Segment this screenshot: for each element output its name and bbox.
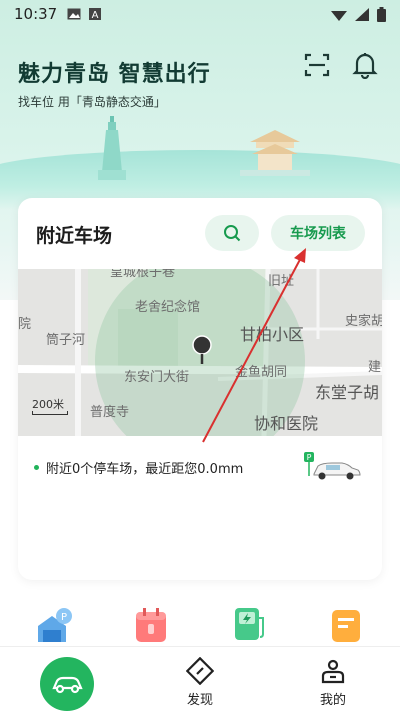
map-label: 东堂子胡	[315, 383, 380, 402]
compass-icon	[186, 657, 214, 685]
summary-text: 附近0个停车场，最近距您0.0mm	[46, 462, 244, 477]
map-label: 建	[368, 360, 382, 375]
nav-mine-label: 我的	[319, 693, 346, 708]
nav-home-button[interactable]	[40, 657, 94, 711]
svg-text:P: P	[61, 612, 67, 623]
map-label: 旧址	[268, 274, 295, 289]
map-label: 筒子河	[46, 333, 86, 348]
nav-discover[interactable]: 发现	[170, 657, 230, 708]
map-scale-label: 200米	[32, 398, 64, 411]
bottom-nav: 发现 我的	[0, 646, 400, 711]
search-icon	[224, 225, 241, 242]
status-dot	[34, 465, 39, 470]
pavilion-illustration	[240, 130, 310, 176]
quick-entry-row: P	[0, 604, 400, 644]
image-icon	[67, 8, 81, 20]
scan-icon	[304, 53, 330, 77]
map-label: 老舍纪念馆	[135, 300, 201, 315]
location-pin-icon	[192, 335, 212, 364]
nav-discover-label: 发现	[186, 693, 213, 708]
map-label: 协和医院	[254, 414, 319, 433]
car-parking-illustration: P	[304, 452, 361, 480]
battery-icon	[377, 6, 386, 22]
status-time: 10:37	[14, 5, 58, 23]
map-view[interactable]: 皇城根子巷 旧址 老舍纪念馆 院 筒子河 甘柏小区 史家胡 建 东安门大街 金鱼…	[18, 269, 382, 436]
nav-mine[interactable]: 我的	[303, 657, 363, 708]
a-badge-icon: A	[89, 8, 102, 20]
map-label: 史家胡	[345, 314, 382, 329]
search-button[interactable]	[205, 215, 259, 251]
card-title: 附近车场	[36, 225, 113, 247]
map-label: 皇城根子巷	[110, 269, 176, 280]
page-subtitle: 找车位 用「青岛静态交通」	[18, 95, 166, 109]
calendar-icon[interactable]	[132, 604, 172, 644]
notification-button[interactable]	[350, 50, 380, 80]
document-icon[interactable]	[328, 604, 368, 644]
map-label: 院	[18, 317, 32, 332]
map-scale-bar	[32, 411, 68, 415]
svg-text:P: P	[307, 453, 312, 462]
lighthouse-illustration	[98, 116, 126, 180]
nearby-parking-card: 附近车场 车场列表 皇城根子巷 旧址 老舍纪念馆 院 筒子河 甘柏小区 史家胡 …	[18, 198, 382, 580]
map-label: 金鱼胡同	[235, 365, 288, 380]
map-label: 甘柏小区	[240, 325, 305, 344]
parking-summary: 附近0个停车场，最近距您0.0mm	[34, 458, 243, 477]
svg-text:A: A	[92, 10, 99, 20]
wifi-icon	[331, 10, 347, 21]
map-label: 普度寺	[90, 405, 130, 420]
bell-icon	[352, 53, 378, 79]
charging-station-icon[interactable]	[229, 604, 269, 644]
signal-icon	[355, 7, 369, 21]
status-bar: 10:37 A	[0, 0, 400, 28]
scan-button[interactable]	[302, 50, 332, 80]
parking-garage-icon[interactable]: P	[34, 604, 74, 644]
map-label: 东安门大街	[124, 370, 190, 385]
page-title: 魅力青岛 智慧出行	[18, 62, 211, 87]
parking-list-button[interactable]: 车场列表	[271, 215, 365, 251]
car-icon	[52, 676, 83, 694]
user-icon	[321, 659, 345, 684]
